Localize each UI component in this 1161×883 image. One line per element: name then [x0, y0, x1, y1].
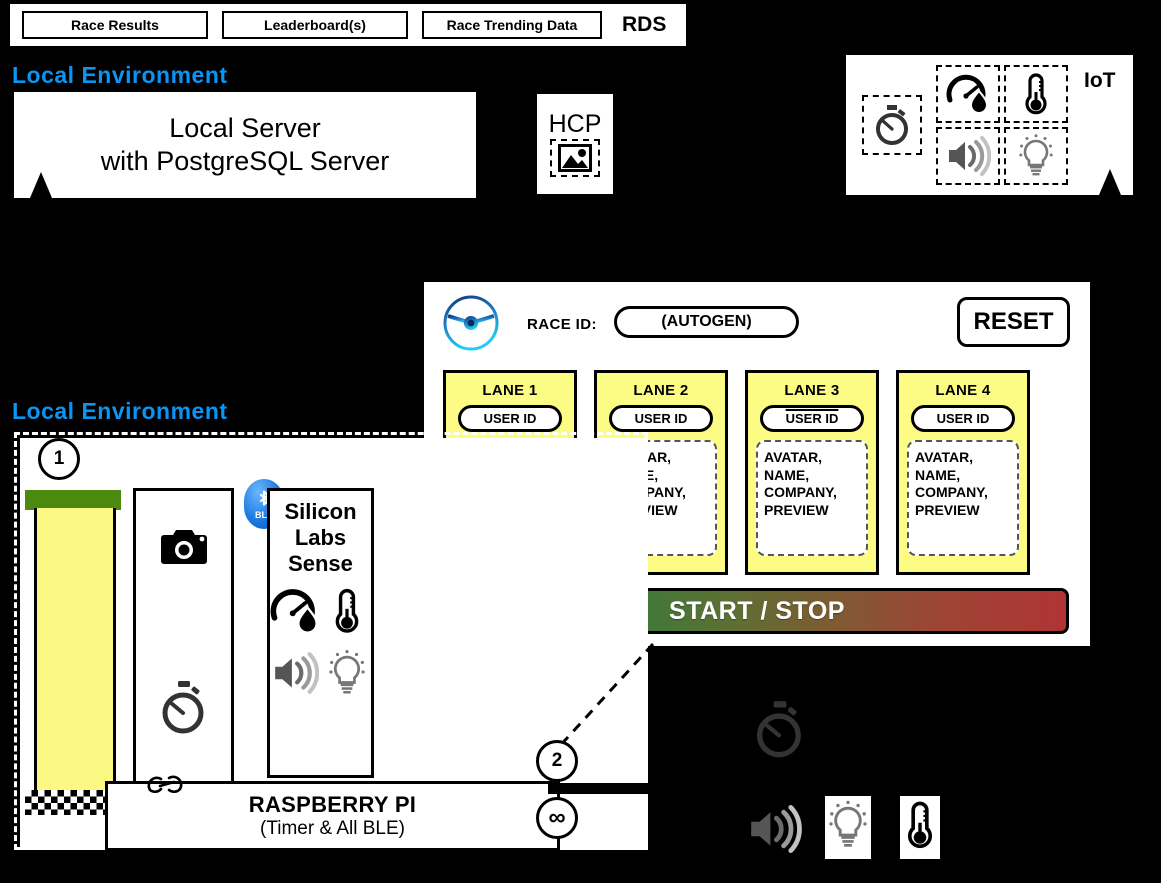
lane-user-id-button[interactable]: USER ID: [609, 405, 713, 432]
stopwatch-icon: [158, 680, 210, 741]
callout-marker-infinity: ∞: [536, 797, 578, 839]
thermometer-icon: [1004, 65, 1068, 123]
lane-title: LANE 4: [935, 382, 991, 399]
finish-line: [25, 790, 115, 815]
sense-icon-grid: [269, 583, 373, 707]
local-environment-label-bottom: Local Environment: [12, 398, 228, 424]
iot-sensor-grid: [934, 63, 1070, 187]
callout-marker-1: 1: [38, 438, 80, 480]
race-results-button[interactable]: Race Results: [22, 11, 208, 39]
rds-panel: Race Results Leaderboard(s) Race Trendin…: [10, 4, 686, 46]
lane-preview[interactable]: AVATAR, NAME, COMPANY, PREVIEW: [907, 440, 1019, 556]
sense-title: Silicon Labs Sense: [284, 499, 357, 576]
iot-panel: IoT: [846, 55, 1133, 195]
lane-user-id-button[interactable]: USER ID: [760, 405, 864, 432]
race-trending-data-button[interactable]: Race Trending Data: [422, 11, 602, 39]
lightbulb-icon: [1004, 127, 1068, 185]
lightbulb-icon: [825, 796, 871, 859]
lane-title: LANE 1: [482, 382, 538, 399]
speaker-icon: [936, 127, 1000, 185]
image-icon: [550, 138, 600, 177]
raspberry-pi-subtitle: (Timer & All BLE): [260, 818, 405, 839]
track-lane: [34, 508, 116, 790]
lane-user-id-button[interactable]: USER ID: [911, 405, 1015, 432]
speaker-icon: [746, 805, 802, 858]
stopwatch-icon: [862, 95, 922, 155]
steering-wheel-icon: [442, 294, 500, 357]
connector-bar: [548, 783, 658, 794]
lane-user-id-button[interactable]: USER ID: [458, 405, 562, 432]
panel-notch: [1099, 169, 1121, 195]
hcp-box: HCP: [537, 94, 613, 194]
link-icon: [144, 770, 188, 805]
reset-button[interactable]: RESET: [957, 297, 1070, 347]
thermometer-icon: [332, 587, 362, 640]
stopwatch-icon: [752, 700, 808, 765]
lane-preview[interactable]: AVATAR, NAME, COMPANY, PREVIEW: [756, 440, 868, 556]
track-start-block: [25, 490, 121, 510]
callout-marker-2: 2: [536, 740, 578, 782]
local-environment-label-top: Local Environment: [12, 62, 228, 88]
raspberry-pi-title: RASPBERRY PI: [248, 792, 417, 817]
camera-sensor-column: [133, 488, 234, 798]
race-id-input[interactable]: (AUTOGEN): [614, 306, 799, 338]
lane-title: LANE 2: [633, 382, 689, 399]
local-server-panel: Local Server with PostgreSQL Server: [14, 92, 476, 198]
lane-card-4[interactable]: LANE 4 USER ID AVATAR, NAME, COMPANY, PR…: [896, 370, 1030, 575]
silicon-labs-sense-box: Silicon Labs Sense: [267, 488, 374, 778]
thermometer-icon: [900, 796, 940, 859]
bottom-icon-cluster: [740, 700, 970, 860]
humidity-gauge-icon: [270, 586, 320, 641]
race-panel-header: RACE ID: (AUTOGEN) RESET: [424, 282, 1090, 360]
leaderboard-button[interactable]: Leaderboard(s): [222, 11, 408, 39]
speaker-icon: [271, 652, 319, 699]
lane-card-3[interactable]: LANE 3 USER ID AVATAR, NAME, COMPANY, PR…: [745, 370, 879, 575]
race-id-label: RACE ID:: [527, 316, 597, 333]
lane-title: LANE 3: [784, 382, 840, 399]
local-server-line-1: Local Server: [169, 113, 321, 144]
hcp-title: HCP: [548, 109, 602, 138]
iot-label: IoT: [1084, 69, 1116, 92]
humidity-gauge-icon: [936, 65, 1000, 123]
lightbulb-icon: [328, 649, 365, 702]
rds-label: RDS: [622, 13, 667, 36]
panel-notch: [30, 172, 52, 198]
local-server-line-2: with PostgreSQL Server: [100, 146, 390, 176]
camera-icon: [159, 527, 209, 572]
